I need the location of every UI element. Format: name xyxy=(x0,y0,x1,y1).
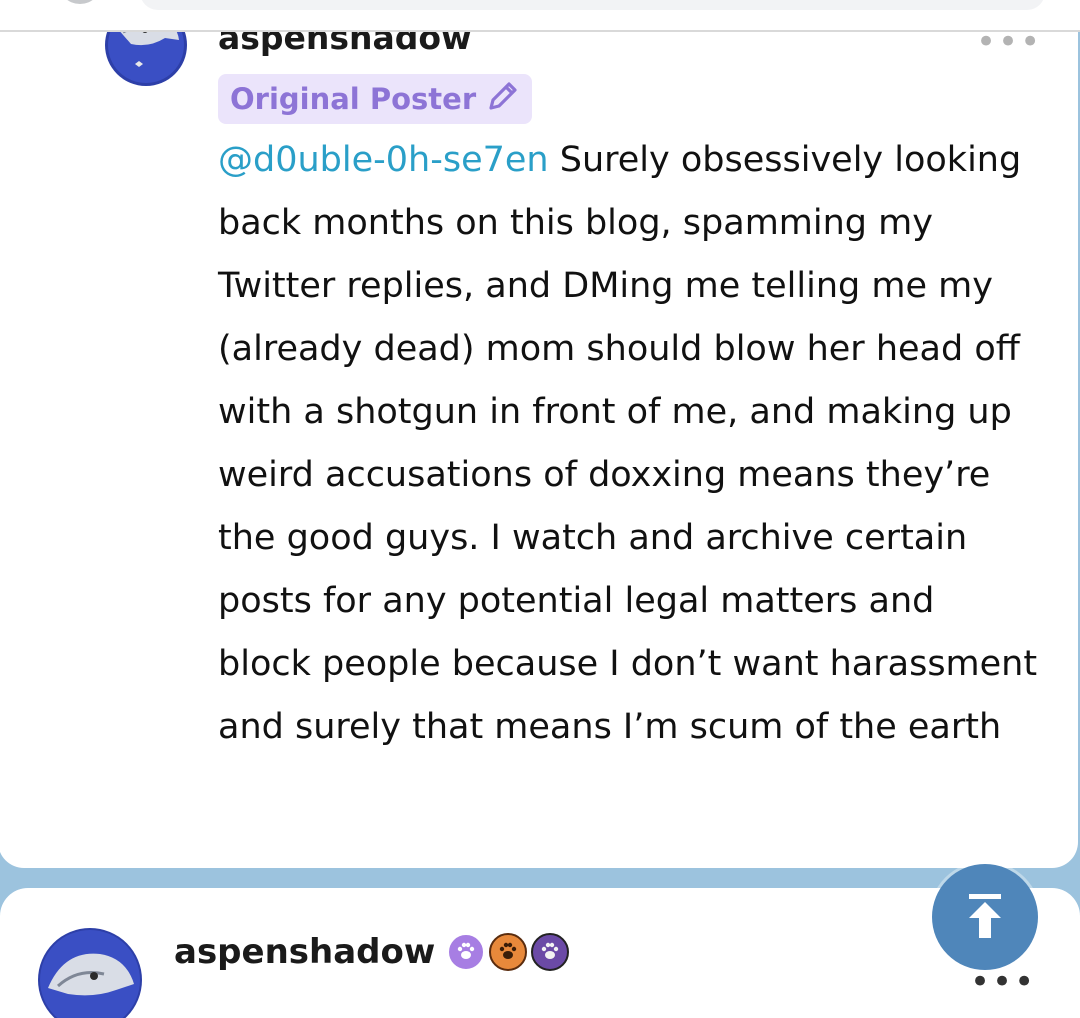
scroll-to-top-button[interactable] xyxy=(932,864,1038,970)
user-mention-link[interactable]: @d0uble-0h-se7en xyxy=(218,140,549,180)
search-bar[interactable] xyxy=(140,0,1045,10)
author-name-text[interactable]: aspenshadow xyxy=(174,932,435,972)
original-poster-badge: Original Poster xyxy=(218,74,533,124)
arrow-up-to-top-icon xyxy=(969,894,1001,938)
avatar[interactable] xyxy=(38,928,142,1018)
more-options-icon[interactable]: ••• xyxy=(970,965,1036,999)
header-avatar[interactable] xyxy=(58,0,102,4)
comment-body-text: Surely obsessively looking back months o… xyxy=(218,140,1038,747)
comment-text: @d0uble-0h-se7en Surely obsessively look… xyxy=(218,129,1038,759)
paw-orange-icon xyxy=(489,933,528,971)
more-options-icon[interactable]: ••• xyxy=(976,32,1042,59)
paw-black-icon xyxy=(531,933,570,971)
comment-card: aspenshadow ••• Original Poster @d0uble-… xyxy=(0,32,1078,868)
paw-purple-icon xyxy=(447,933,486,971)
badge-label: Original Poster xyxy=(230,82,477,116)
top-header xyxy=(0,0,1080,30)
author-name[interactable]: aspenshadow xyxy=(218,32,472,57)
author-name[interactable]: aspenshadow xyxy=(174,932,570,972)
comment-card: aspenshadow ••• xyxy=(0,888,1080,1018)
pencil-icon xyxy=(486,79,520,120)
avatar[interactable] xyxy=(105,32,187,86)
